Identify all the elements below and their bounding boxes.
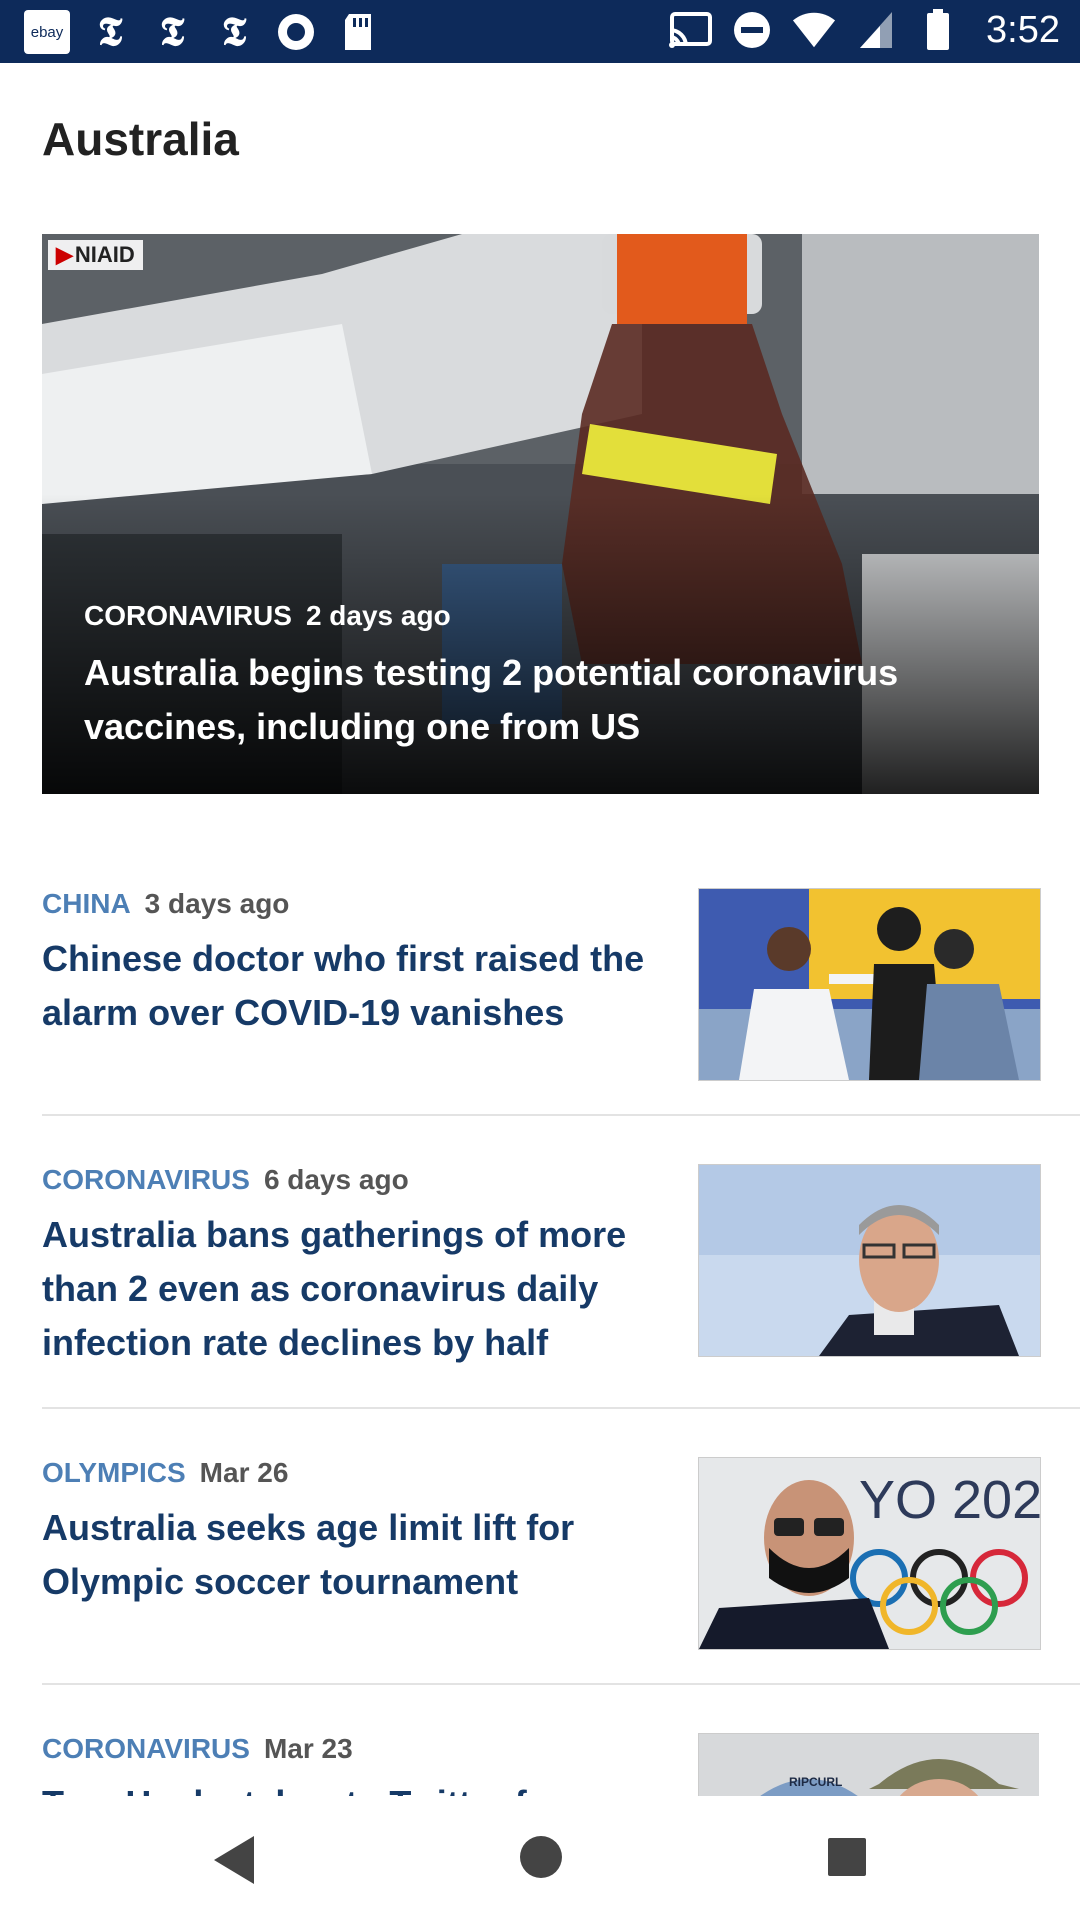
hero-title[interactable]: Australia begins testing 2 potential cor…	[84, 646, 944, 754]
recents-icon[interactable]	[828, 1838, 866, 1876]
article-item[interactable]: CHINA 3 days ago Chinese doctor who first…	[42, 888, 1041, 1081]
sd-card-icon	[336, 10, 380, 54]
hero-time: 2 days ago	[305, 600, 451, 631]
article-item[interactable]: CORONAVIRUS Mar 23 Tom Hanks takes to Twi…	[42, 1733, 1039, 1796]
hero-category[interactable]: CORONAVIRUS	[84, 600, 292, 631]
article-category[interactable]: OLYMPICS	[42, 1457, 186, 1488]
svg-text:RIPCURL: RIPCURL	[789, 1775, 842, 1789]
home-icon[interactable]	[520, 1836, 562, 1878]
battery-icon	[916, 8, 960, 52]
divider	[42, 1407, 1080, 1409]
article-category[interactable]: CORONAVIRUS	[42, 1733, 250, 1764]
article-title[interactable]: Tom Hanks takes to Twitter for	[42, 1777, 652, 1796]
page-title: Australia	[42, 113, 239, 165]
article-time: Mar 26	[199, 1457, 289, 1488]
article-time: 6 days ago	[263, 1164, 409, 1195]
divider	[42, 1683, 1080, 1685]
article-meta: CORONAVIRUS Mar 23	[42, 1733, 353, 1765]
article-title[interactable]: Chinese doctor who first raised the alar…	[42, 932, 652, 1040]
svg-text:YO 2020: YO 2020	[859, 1470, 1040, 1530]
article-thumbnail[interactable]	[698, 888, 1041, 1081]
play-icon: ▶	[56, 242, 73, 267]
article-title[interactable]: Australia seeks age limit lift for Olymp…	[42, 1501, 652, 1609]
nyt-icon: 𝕿	[159, 9, 185, 54]
article-title[interactable]: Australia bans gatherings of more than 2…	[42, 1208, 652, 1370]
notification-icons: ebay 𝕿 𝕿 𝕿	[24, 10, 380, 54]
hero-meta: CORONAVIRUS 2 days ago	[84, 600, 451, 632]
nyt-icon: 𝕿	[221, 9, 247, 54]
article-thumbnail[interactable]: YO 2020	[698, 1457, 1041, 1650]
article-category[interactable]: CORONAVIRUS	[42, 1164, 250, 1195]
status-bar: ebay 𝕿 𝕿 𝕿 3:52	[0, 0, 1080, 63]
article-meta: CHINA 3 days ago	[42, 888, 289, 920]
record-icon	[274, 10, 318, 54]
politician-portrait-photo	[699, 1165, 1040, 1356]
ebay-icon: ebay	[24, 10, 70, 54]
temperature-check-photo	[699, 889, 1040, 1080]
article-time: Mar 23	[263, 1733, 353, 1764]
article-thumbnail[interactable]: RIPCURL	[698, 1733, 1039, 1796]
wifi-icon	[792, 8, 836, 52]
navigation-bar	[0, 1796, 1080, 1920]
two-men-caps-photo: RIPCURL	[699, 1734, 1039, 1796]
back-icon[interactable]	[214, 1836, 254, 1884]
divider	[42, 1114, 1080, 1116]
article-time: 3 days ago	[144, 888, 290, 919]
clock: 3:52	[986, 8, 1060, 51]
article-item[interactable]: CORONAVIRUS 6 days ago Australia bans gat…	[42, 1164, 1041, 1363]
signal-icon	[854, 8, 898, 52]
hero-story[interactable]: ▶NIAID CORONAVIRUS 2 days ago Australia b…	[42, 234, 1039, 794]
article-meta: OLYMPICS Mar 26	[42, 1457, 288, 1489]
source-badge: ▶NIAID	[48, 240, 143, 270]
nyt-icon: 𝕿	[97, 9, 123, 54]
olympic-rings-photo: YO 2020	[699, 1458, 1040, 1649]
article-category[interactable]: CHINA	[42, 888, 131, 919]
do-not-disturb-icon	[730, 8, 774, 52]
article-meta: CORONAVIRUS 6 days ago	[42, 1164, 409, 1196]
system-icons: 3:52	[668, 8, 1060, 52]
article-thumbnail[interactable]	[698, 1164, 1041, 1357]
cast-icon	[668, 8, 713, 52]
article-item[interactable]: OLYMPICS Mar 26 Australia seeks age limit…	[42, 1457, 1041, 1650]
